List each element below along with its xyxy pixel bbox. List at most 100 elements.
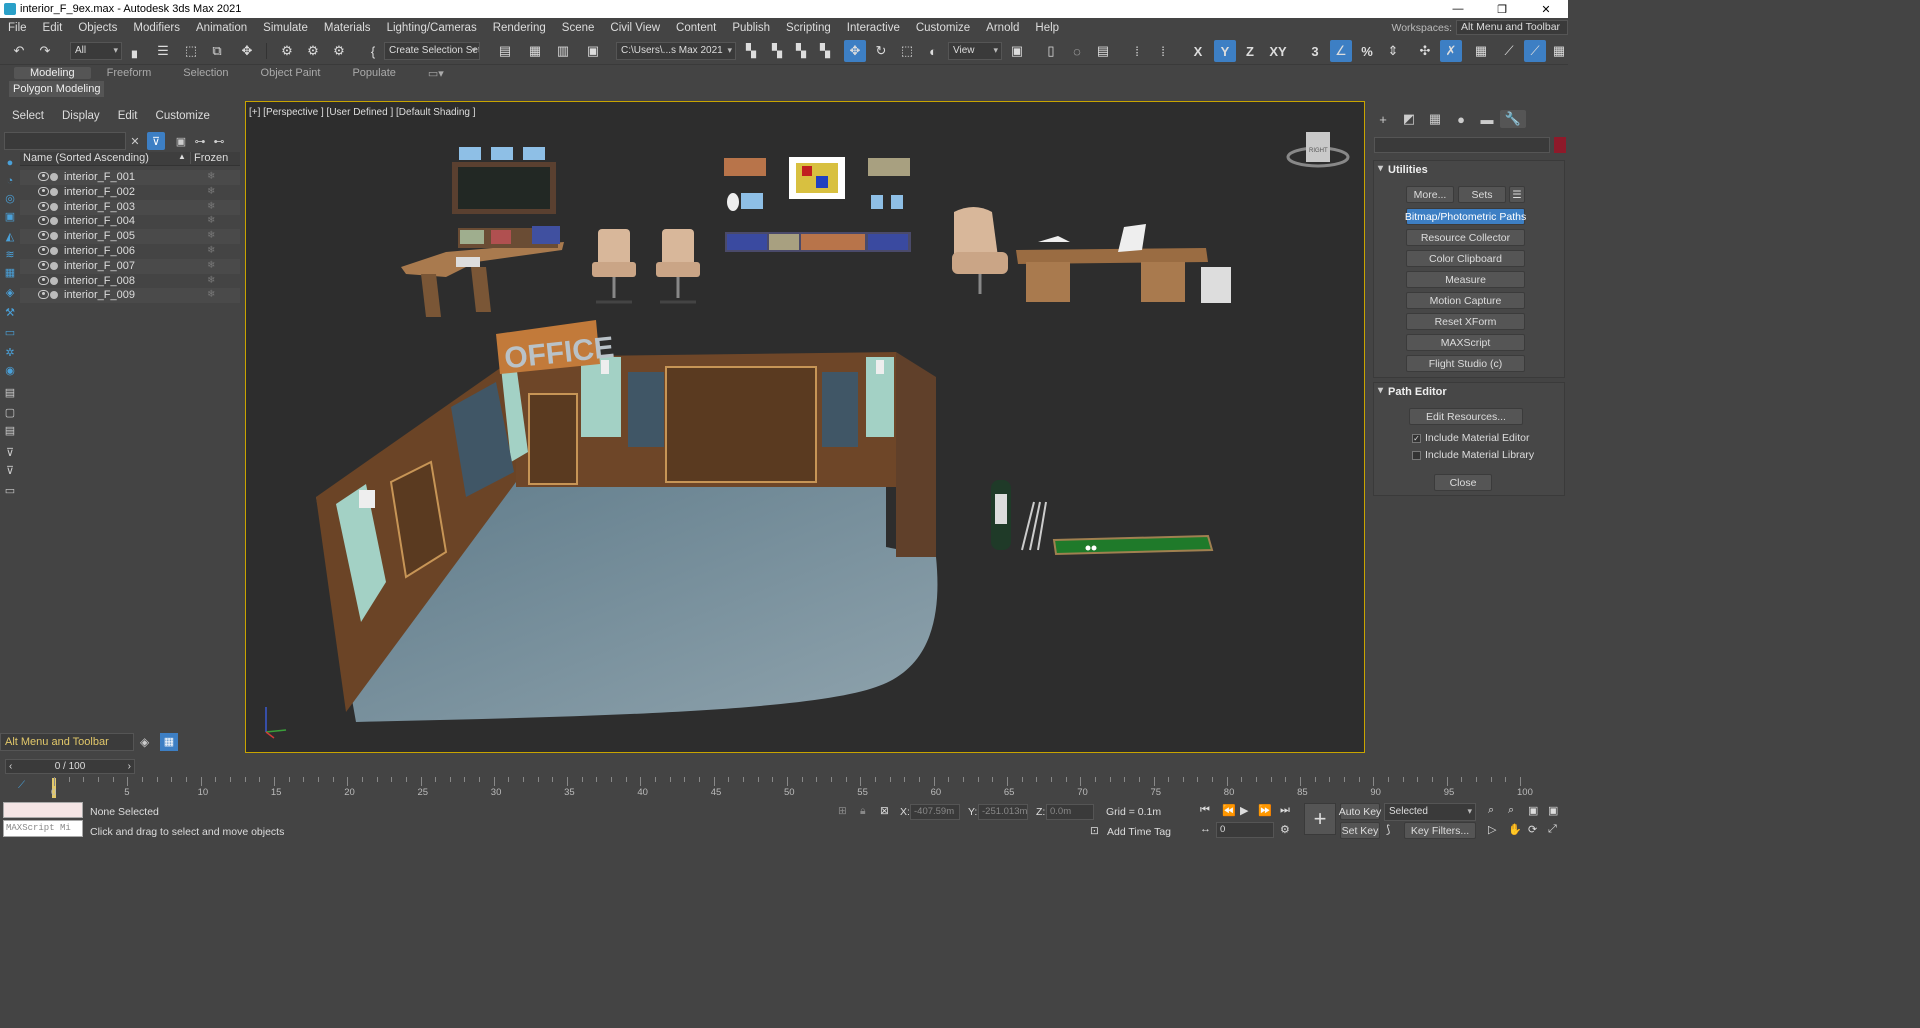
perspective-viewport[interactable]: [+] [Perspective ] [User Defined ] [Defa… xyxy=(245,101,1365,753)
ribbon-options-icon[interactable]: ▭▾ xyxy=(412,67,460,80)
zoom-extents-all-icon[interactable]: ▣ xyxy=(1548,804,1558,817)
menu-interactive[interactable]: Interactive xyxy=(839,22,908,34)
name-column-header[interactable]: Name (Sorted Ascending) xyxy=(23,152,149,164)
reset-xform-button[interactable]: Reset XForm xyxy=(1406,313,1525,330)
sets-button[interactable]: Sets xyxy=(1458,186,1506,203)
freeze-icon[interactable]: ❄ xyxy=(207,245,215,256)
select-by-name-icon[interactable]: ☰ xyxy=(152,40,174,62)
angle-snap-icon[interactable]: ∠ xyxy=(1330,40,1352,62)
align-normal-icon[interactable]: ▚ xyxy=(766,40,788,62)
isolate-selection-icon[interactable]: ⊞ xyxy=(838,805,847,817)
utilities-tab-icon[interactable]: 🔧 xyxy=(1500,110,1526,128)
unlink-icon[interactable]: ⚙ xyxy=(302,40,324,62)
reference-coordinate-dropdown[interactable]: View xyxy=(948,42,1002,60)
display-tab-icon[interactable]: ▬ xyxy=(1474,110,1500,128)
display-all-icon[interactable]: ◉ xyxy=(3,364,17,378)
selection-filter-dropdown[interactable]: All xyxy=(70,42,122,60)
display-groups-icon[interactable]: ▦ xyxy=(3,266,17,280)
field-of-view-icon[interactable]: ▷ xyxy=(1488,823,1496,836)
tab-object-paint[interactable]: Object Paint xyxy=(245,67,337,79)
menu-scene[interactable]: Scene xyxy=(554,22,603,34)
renderable-dot-icon[interactable] xyxy=(50,217,58,226)
more-utilities-button[interactable]: More... xyxy=(1406,186,1454,203)
menu-arnold[interactable]: Arnold xyxy=(978,22,1027,34)
zoom-all-icon[interactable]: ⌕ xyxy=(1508,804,1514,817)
frozen-column-header[interactable]: Frozen xyxy=(190,152,228,164)
time-slider[interactable]: ‹ 0 / 100 › xyxy=(5,759,135,774)
menu-help[interactable]: Help xyxy=(1027,22,1067,34)
tab-populate[interactable]: Populate xyxy=(336,67,411,79)
renderable-dot-icon[interactable] xyxy=(50,202,58,211)
path-editor-rollout-title[interactable]: Path Editor xyxy=(1374,383,1564,401)
modify-tab-icon[interactable]: ◩ xyxy=(1396,110,1422,128)
menu-civil-view[interactable]: Civil View xyxy=(602,22,668,34)
render-setup-icon[interactable]: ▣ xyxy=(582,40,604,62)
menu-objects[interactable]: Objects xyxy=(70,22,125,34)
snap-points-icon[interactable]: ⁞ xyxy=(1152,40,1174,62)
scene-object-row[interactable]: interior_F_003 ❄ xyxy=(20,199,240,215)
layer-explorer-icon[interactable]: ▦ xyxy=(524,40,546,62)
workspaces-dropdown[interactable]: Alt Menu and Toolbar xyxy=(1456,20,1568,35)
axis-y-button[interactable]: Y xyxy=(1214,40,1236,62)
grid-icon[interactable]: ▦ xyxy=(1470,40,1492,62)
renderable-dot-icon[interactable] xyxy=(50,232,58,241)
layers-icon[interactable]: ◈ xyxy=(140,735,149,749)
visibility-eye-icon[interactable] xyxy=(38,275,49,285)
scene-explorer-icon[interactable]: ▦ xyxy=(160,733,178,751)
z-coordinate-field[interactable]: 0.0m xyxy=(1046,804,1094,820)
office-chair-model[interactable] xyxy=(656,229,700,304)
freeze-icon[interactable]: ❄ xyxy=(207,186,215,197)
key-mode-dropdown[interactable]: Selected xyxy=(1384,803,1476,821)
menu-lighting-cameras[interactable]: Lighting/Cameras xyxy=(379,22,485,34)
curve-editor-mini-icon[interactable]: ⟋ xyxy=(18,780,25,791)
selection-set-dropdown[interactable]: Create Selection Set xyxy=(384,42,480,60)
scene-explorer-toggle-icon[interactable]: ▤ xyxy=(494,40,516,62)
renderable-dot-icon[interactable] xyxy=(50,291,58,300)
material-editor-icon[interactable]: ▦ xyxy=(1548,40,1570,62)
display-spacewarps-icon[interactable]: ≋ xyxy=(3,248,17,262)
visibility-eye-icon[interactable] xyxy=(38,260,49,270)
goto-end-icon[interactable]: ⏭ xyxy=(1280,804,1290,817)
play-icon[interactable]: ▶ xyxy=(1240,804,1248,817)
tab-selection[interactable]: Selection xyxy=(167,67,244,79)
menu-rendering[interactable]: Rendering xyxy=(485,22,554,34)
display-geometry-icon[interactable]: ● xyxy=(3,156,17,170)
place-highlight-icon[interactable]: ▚ xyxy=(790,40,812,62)
filter-icon[interactable]: ⊽ xyxy=(147,132,165,150)
office-room-model[interactable] xyxy=(316,352,938,722)
add-time-tag-button[interactable]: Add Time Tag xyxy=(1107,826,1171,838)
auto-key-button[interactable]: Auto Key xyxy=(1339,803,1381,820)
ribbon-panel-polygon-modeling[interactable]: Polygon Modeling xyxy=(9,81,105,97)
utilities-rollout-title[interactable]: Utilities xyxy=(1374,161,1564,179)
renderable-dot-icon[interactable] xyxy=(50,276,58,285)
visibility-eye-icon[interactable] xyxy=(38,246,49,255)
renderable-dot-icon[interactable] xyxy=(50,261,58,270)
align-tools-icon[interactable]: ▤ xyxy=(1092,40,1114,62)
align-icon[interactable]: ▚ xyxy=(740,40,762,62)
track-bar[interactable]: ⟋ 0 5 10 15 20 25 30 35 40 45 50 55 60 65 70 75 80 85 90 95… xyxy=(0,777,1568,799)
manipulate-icon[interactable]: ✣ xyxy=(1414,40,1436,62)
visibility-eye-icon[interactable] xyxy=(38,290,49,300)
measure-button[interactable]: Measure xyxy=(1406,271,1525,288)
include-material-library-checkbox[interactable]: Include Material Library xyxy=(1412,449,1534,461)
menu-simulate[interactable]: Simulate xyxy=(255,22,316,34)
pan-icon[interactable]: ✋ xyxy=(1508,823,1522,836)
set-key-button[interactable]: Set Key xyxy=(1340,822,1380,839)
maxscript-button[interactable]: MAXScript xyxy=(1406,334,1525,351)
menu-scripting[interactable]: Scripting xyxy=(778,22,839,34)
scale-icon[interactable]: ⬚ xyxy=(896,40,918,62)
clear-search-icon[interactable]: ✕ xyxy=(126,132,144,150)
time-slider-prev[interactable]: ‹ xyxy=(9,760,12,773)
motion-capture-button[interactable]: Motion Capture xyxy=(1406,292,1525,309)
scene-object-row[interactable]: interior_F_009 ❄ xyxy=(20,288,240,304)
visibility-eye-icon[interactable] xyxy=(38,231,49,241)
display-lights-icon[interactable]: ◎ xyxy=(3,192,17,206)
goto-start-icon[interactable]: ⏮ xyxy=(1200,804,1210,817)
resource-collector-button[interactable]: Resource Collector xyxy=(1406,229,1525,246)
key-mode-icon[interactable]: ↔ xyxy=(1200,823,1211,835)
pivot-center-icon[interactable]: ▣ xyxy=(1006,40,1028,62)
renderable-dot-icon[interactable] xyxy=(50,173,58,181)
y-coordinate-field[interactable]: -251.013m xyxy=(978,804,1028,820)
hierarchy-icon[interactable]: ⊶ xyxy=(191,132,209,150)
zoom-extents-icon[interactable]: ▣ xyxy=(1528,804,1538,817)
